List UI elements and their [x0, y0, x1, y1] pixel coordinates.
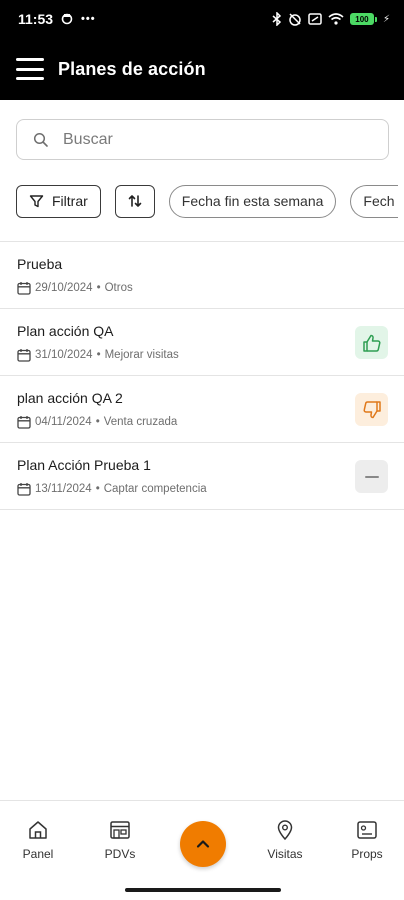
- plans-list: Prueba 29/10/2024 • Otros Plan acción QA…: [0, 241, 404, 510]
- sort-arrows-icon: [128, 195, 142, 207]
- page-title: Planes de acción: [58, 58, 206, 79]
- filter-button[interactable]: Filtrar: [16, 184, 101, 218]
- plan-category: Otros: [104, 282, 133, 294]
- bluetooth-icon: [272, 12, 282, 26]
- calendar-icon: [17, 483, 31, 496]
- chip-fecha-partial[interactable]: Fech: [350, 184, 399, 218]
- filter-button-label: Filtrar: [52, 193, 88, 209]
- plan-category: Mejorar visitas: [104, 349, 179, 361]
- plan-title: Plan Acción Prueba 1: [17, 457, 151, 473]
- sort-button[interactable]: [114, 184, 155, 218]
- nav-label: PDVs: [104, 847, 136, 861]
- battery-icon: 100: [349, 13, 377, 25]
- status-time: 11:53: [18, 11, 54, 27]
- thumbs-up-icon: [362, 334, 381, 352]
- filter-bar: Filtrar Fecha fin esta semana Fech: [16, 184, 404, 218]
- chevron-up-icon: [196, 840, 210, 848]
- nav-label: Visitas: [267, 847, 303, 861]
- nav-item-panel[interactable]: Panel: [3, 819, 73, 861]
- wifi-icon: [328, 13, 344, 25]
- list-item[interactable]: plan acción QA 2 04/11/2024 • Venta cruz…: [0, 376, 404, 443]
- funnel-icon: [29, 194, 44, 207]
- scroll-top-button[interactable]: [180, 821, 226, 867]
- location-pin-icon: [277, 820, 293, 841]
- calendar-icon: [17, 282, 31, 295]
- status-badge: [355, 460, 388, 493]
- app-bar: Planes de acción: [0, 38, 404, 100]
- id-card-icon: [357, 821, 377, 839]
- status-badge: [355, 326, 388, 359]
- charging-icon: ⚡: [382, 13, 390, 25]
- plan-date: 04/11/2024: [35, 416, 92, 428]
- list-item[interactable]: Plan acción QA 31/10/2024 • Mejorar visi…: [0, 309, 404, 376]
- sim-icon: [308, 13, 322, 25]
- calendar-icon: [17, 416, 31, 429]
- plan-category: Captar competencia: [103, 483, 207, 495]
- nav-label: Props: [351, 847, 383, 861]
- nav-label: Panel: [22, 847, 54, 861]
- menu-icon[interactable]: [16, 58, 44, 80]
- list-item[interactable]: Prueba 29/10/2024 • Otros: [0, 242, 404, 309]
- minus-icon: [364, 475, 379, 478]
- home-indicator: [125, 888, 281, 892]
- notification-icon: [61, 13, 73, 25]
- more-notifications-icon: •••: [81, 13, 96, 25]
- search-box[interactable]: [16, 119, 389, 160]
- plan-date: 31/10/2024: [35, 349, 93, 361]
- calendar-icon: [17, 349, 31, 362]
- status-badge: [355, 393, 388, 426]
- store-icon: [110, 821, 130, 839]
- alarm-icon: [289, 13, 301, 26]
- nav-item-pdvs[interactable]: PDVs: [85, 819, 155, 861]
- search-input[interactable]: [63, 130, 343, 149]
- home-icon: [29, 821, 47, 839]
- plan-date: 29/10/2024: [35, 282, 93, 294]
- plan-date: 13/11/2024: [35, 483, 92, 495]
- plan-title: Plan acción QA: [17, 323, 114, 339]
- plan-title: Prueba: [17, 256, 63, 272]
- status-bar: 11:53 ••• 100 ⚡: [0, 0, 404, 38]
- plan-title: plan acción QA 2: [17, 390, 123, 406]
- search-icon: [33, 132, 48, 147]
- chip-fecha-fin-semana[interactable]: Fecha fin esta semana: [168, 184, 337, 218]
- bottom-nav: Panel PDVs Visitas Props: [0, 800, 404, 900]
- nav-item-props[interactable]: Props: [332, 819, 402, 861]
- nav-item-visitas[interactable]: Visitas: [250, 819, 320, 861]
- thumbs-down-icon: [362, 400, 381, 418]
- plan-category: Venta cruzada: [103, 416, 178, 428]
- list-item[interactable]: Plan Acción Prueba 1 13/11/2024 • Captar…: [0, 443, 404, 510]
